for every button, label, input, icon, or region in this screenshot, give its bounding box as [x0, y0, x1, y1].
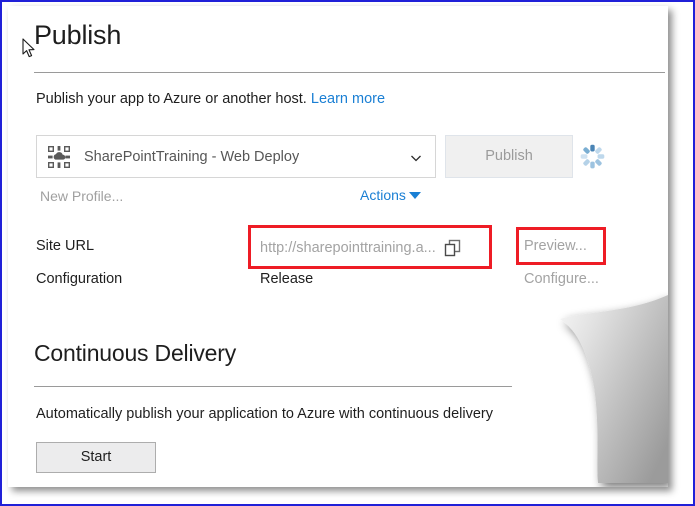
preview-link[interactable]: Preview... — [524, 238, 587, 254]
web-deploy-icon — [48, 145, 70, 168]
continuous-delivery-title: Continuous Delivery — [34, 340, 237, 366]
publish-page-card: Publish Publish your app to Azure or ano… — [8, 6, 668, 487]
continuous-delivery-description: Automatically publish your application t… — [36, 406, 493, 422]
publish-subtitle: Publish your app to Azure or another hos… — [36, 91, 385, 107]
actions-menu-button[interactable]: Actions — [360, 187, 421, 203]
configure-link[interactable]: Configure... — [524, 271, 599, 287]
chevron-down-icon — [410, 151, 422, 163]
site-url-value-row: http://sharepointtraining.a... — [260, 236, 478, 260]
loading-spinner-icon — [579, 143, 606, 170]
configuration-value: Release — [260, 271, 314, 287]
site-url-value[interactable]: http://sharepointtraining.a... — [260, 240, 436, 256]
continuous-delivery-divider — [34, 386, 665, 387]
publish-section-divider — [34, 72, 665, 73]
screenshot-frame: Publish Publish your app to Azure or ano… — [0, 0, 695, 506]
start-button[interactable]: Start — [36, 442, 156, 473]
page-title: Publish — [34, 20, 122, 50]
publish-button[interactable]: Publish — [445, 135, 573, 178]
site-url-label: Site URL — [36, 238, 95, 254]
new-profile-link[interactable]: New Profile... — [40, 188, 123, 204]
publish-profile-dropdown[interactable]: SharePointTraining - Web Deploy — [36, 135, 436, 178]
copy-icon[interactable] — [444, 239, 462, 257]
page-curl-effect — [468, 287, 668, 487]
actions-menu-label: Actions — [360, 187, 406, 203]
caret-down-icon — [408, 191, 421, 199]
learn-more-link[interactable]: Learn more — [311, 91, 385, 107]
publish-subtitle-text: Publish your app to Azure or another hos… — [36, 91, 307, 107]
publish-profile-value: SharePointTraining - Web Deploy — [84, 148, 300, 165]
configuration-label: Configuration — [36, 271, 123, 287]
